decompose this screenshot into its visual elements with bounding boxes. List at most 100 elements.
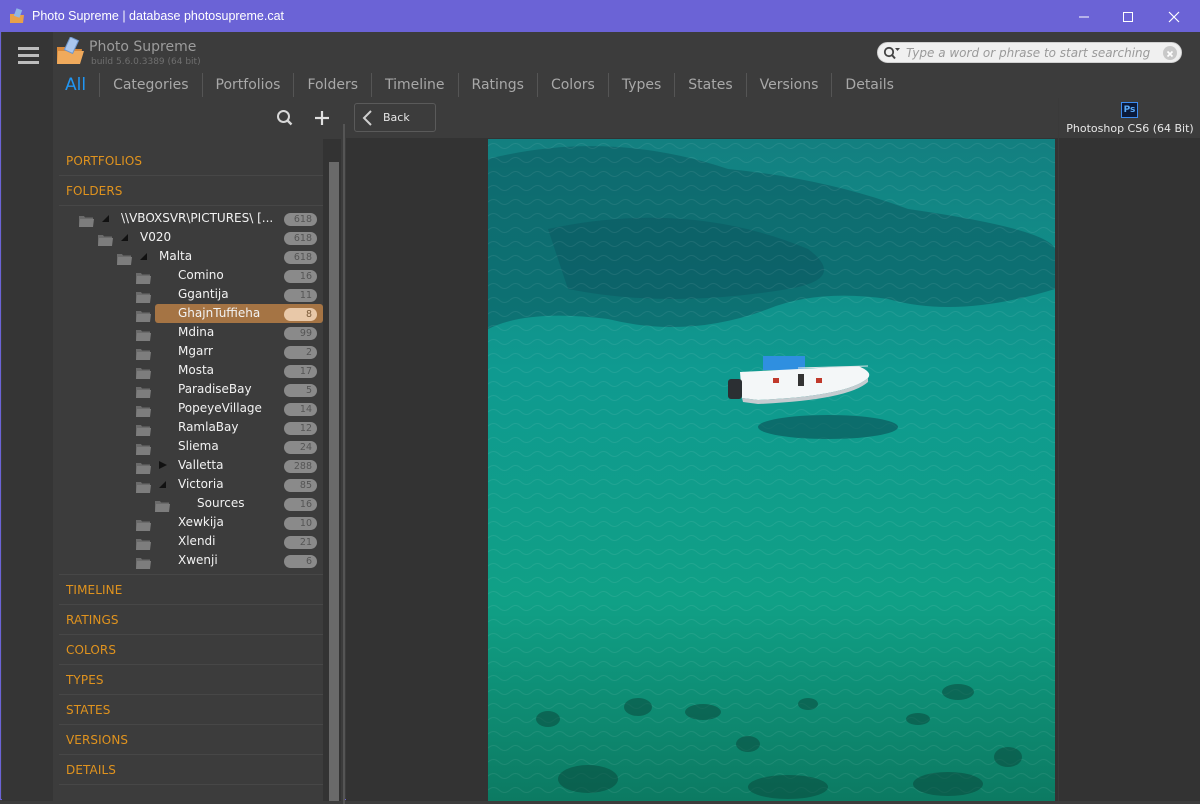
section-folders[interactable]: FOLDERS: [59, 176, 323, 206]
folder-count-badge: 6: [284, 555, 317, 568]
folder-tree-item[interactable]: Victoria 85: [59, 475, 323, 494]
folder-name: Mdina: [178, 325, 215, 339]
section-portfolios[interactable]: PORTFOLIOS: [59, 146, 323, 176]
folder-count-badge: 8: [284, 308, 317, 321]
folder-count-badge: 24: [284, 441, 317, 454]
folder-icon: [136, 421, 152, 436]
folder-tree-item[interactable]: Ggantija 11: [59, 285, 323, 304]
folder-count-badge: 5: [284, 384, 317, 397]
minimize-button[interactable]: [1061, 1, 1107, 32]
folder-count-badge: 11: [284, 289, 317, 302]
panel-divider[interactable]: [343, 124, 345, 804]
folder-count-badge: 85: [284, 479, 317, 492]
tab-details[interactable]: Details: [831, 73, 907, 97]
folder-icon: [136, 478, 152, 493]
folder-name: Sources: [197, 496, 245, 510]
section-ratings[interactable]: RATINGS: [59, 605, 323, 635]
folder-icon: [136, 288, 152, 303]
tab-categories[interactable]: Categories: [99, 73, 201, 97]
folder-count-badge: 17: [284, 365, 317, 378]
folder-tree-item[interactable]: Mdina 99: [59, 323, 323, 342]
collapsed-arrow-icon[interactable]: [158, 460, 168, 470]
folder-tree-item[interactable]: RamlaBay 12: [59, 418, 323, 437]
folder-count-badge: 14: [284, 403, 317, 416]
folder-name: Xlendi: [178, 534, 216, 548]
folder-count-badge: 16: [284, 498, 317, 511]
folder-icon: [136, 554, 152, 569]
folder-tree-item[interactable]: Mosta 17: [59, 361, 323, 380]
maximize-button[interactable]: [1105, 1, 1151, 32]
folder-icon: [136, 307, 152, 322]
section-versions[interactable]: VERSIONS: [59, 725, 323, 755]
folder-count-badge: 21: [284, 536, 317, 549]
section-types[interactable]: TYPES: [59, 665, 323, 695]
tab-versions[interactable]: Versions: [745, 73, 832, 97]
folder-tree-item[interactable]: V020 618: [59, 228, 323, 247]
add-icon[interactable]: [312, 108, 332, 128]
folder-tree-item[interactable]: Sources 16: [59, 494, 323, 513]
folder-tree-item[interactable]: Malta 618: [59, 247, 323, 266]
tab-portfolios[interactable]: Portfolios: [201, 73, 294, 97]
expanded-arrow-icon[interactable]: [139, 251, 149, 261]
folder-name: Valletta: [178, 458, 224, 472]
folder-tree-item[interactable]: Mgarr 2: [59, 342, 323, 361]
app-icon: [10, 8, 24, 23]
folder-tree-item[interactable]: ParadiseBay 5: [59, 380, 323, 399]
search-options-icon[interactable]: [883, 46, 901, 60]
clear-search-icon[interactable]: [1163, 46, 1177, 60]
photo-preview[interactable]: [488, 139, 1055, 801]
folder-tree-item[interactable]: Xlendi 21: [59, 532, 323, 551]
photoshop-editor-button[interactable]: Ps Photoshop CS6 (64 Bit): [1059, 101, 1200, 137]
section-timeline[interactable]: TIMELINE: [59, 575, 323, 605]
folder-name: V020: [140, 230, 172, 244]
hamburger-menu-icon[interactable]: [18, 47, 40, 65]
folder-name: Comino: [178, 268, 224, 282]
expanded-arrow-icon[interactable]: [101, 213, 111, 223]
section-colors[interactable]: COLORS: [59, 635, 323, 665]
folder-name: Malta: [159, 249, 193, 263]
folder-tree-item[interactable]: Valletta 288: [59, 456, 323, 475]
back-button[interactable]: Back: [354, 103, 436, 132]
section-details[interactable]: DETAILS: [59, 755, 323, 785]
folder-tree-item[interactable]: \\VBOXSVR\PICTURES\ [... 618: [59, 209, 323, 228]
app-window: Photo Supreme | database photosupreme.ca…: [0, 0, 1200, 804]
tab-all[interactable]: All: [53, 73, 99, 97]
tab-colors[interactable]: Colors: [536, 73, 608, 97]
folder-count-badge: 16: [284, 270, 317, 283]
tab-folders[interactable]: Folders: [293, 73, 371, 97]
folder-name: Xwenji: [178, 553, 218, 567]
section-states[interactable]: STATES: [59, 695, 323, 725]
back-label: Back: [383, 111, 410, 124]
scrollbar-thumb[interactable]: [329, 162, 339, 801]
folder-icon: [136, 269, 152, 284]
left-panel: PORTFOLIOS FOLDERS \\VBOXSVR\PICTURES\ […: [53, 102, 345, 804]
folder-count-badge: 618: [284, 251, 317, 264]
folder-tree-item[interactable]: Sliema 24: [59, 437, 323, 456]
folder-tree-item[interactable]: Comino 16: [59, 266, 323, 285]
tab-types[interactable]: Types: [607, 73, 674, 97]
search-icon[interactable]: [275, 108, 295, 128]
folder-name: Sliema: [178, 439, 219, 453]
tab-timeline[interactable]: Timeline: [371, 73, 458, 97]
folder-tree-item[interactable]: Xewkija 10: [59, 513, 323, 532]
folder-icon: [136, 364, 152, 379]
expanded-arrow-icon[interactable]: [120, 232, 130, 242]
photoshop-icon: Ps: [1121, 102, 1138, 118]
folder-tree-item[interactable]: PopeyeVillage 14: [59, 399, 323, 418]
tab-ratings[interactable]: Ratings: [457, 73, 537, 97]
folder-icon: [155, 497, 171, 512]
folder-tree-item[interactable]: Xwenji 6: [59, 551, 323, 570]
folder-tree-item[interactable]: GhajnTuffieha 8: [59, 304, 323, 323]
search-input[interactable]: [906, 44, 1156, 61]
tab-states[interactable]: States: [674, 73, 745, 97]
folder-icon: [136, 459, 152, 474]
expanded-arrow-icon[interactable]: [158, 479, 168, 489]
folder-icon: [136, 383, 152, 398]
folder-icon: [136, 440, 152, 455]
close-button[interactable]: [1151, 1, 1197, 32]
folder-name: Mosta: [178, 363, 215, 377]
folder-name: PopeyeVillage: [178, 401, 262, 415]
category-tabs: All Categories Portfolios Folders Timeli…: [53, 72, 907, 98]
minimize-icon: [1079, 16, 1089, 17]
folder-count-badge: 618: [284, 232, 317, 245]
